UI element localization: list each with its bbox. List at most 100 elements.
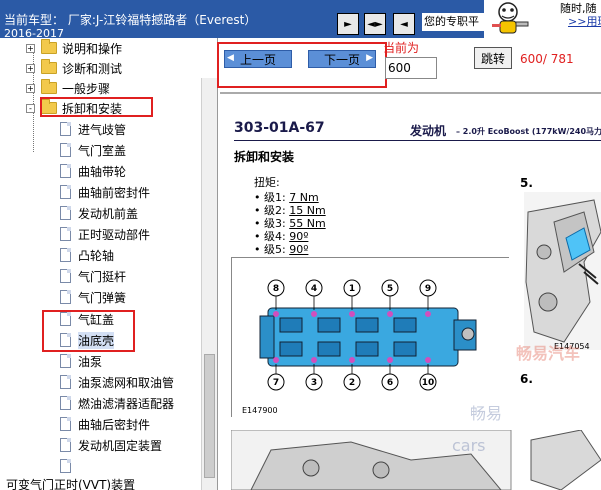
tree-page-item[interactable]: 油泵滤网和取油管 (60, 372, 174, 392)
ad-line-2[interactable]: >>用瑞 (568, 13, 601, 29)
play-left-button[interactable]: ◄ (393, 13, 415, 35)
tree-page-label: 曲轴带轮 (78, 164, 127, 179)
tree-page-item[interactable]: 燃油滤清器适配器 (60, 393, 174, 413)
tree-folder-label: 诊断和测试 (62, 61, 123, 76)
arrow-right-icon: ▶ (366, 53, 373, 63)
ad-banner[interactable]: 随时,随 >>用瑞 (534, 0, 601, 38)
document-icon (60, 248, 71, 262)
tree-page-item[interactable]: 发动机固定装置 (60, 435, 162, 455)
watermark-short: 畅易 (470, 404, 503, 423)
tree-page-label: 油泵 (78, 354, 103, 369)
tree-page-label: 正时驱动部件 (78, 227, 151, 242)
prev-page-button[interactable]: ◀ 上一页 (224, 50, 292, 68)
manual-engine-title: 发动机 (410, 124, 447, 138)
tree-page-item[interactable]: 进气歧管 (60, 119, 126, 139)
arrow-left-icon: ◀ (227, 53, 234, 63)
tree-page-item[interactable]: 曲轴前密封件 (60, 182, 150, 202)
step-5-number: 5. (520, 176, 533, 190)
tree-page-label: 发动机固定装置 (78, 438, 163, 453)
tree-scrollbar[interactable] (201, 78, 217, 490)
collapse-icon[interactable]: - (26, 103, 35, 113)
tree-page-item[interactable]: 曲轴后密封件 (60, 414, 150, 434)
folder-icon (41, 59, 57, 74)
pro-service-link[interactable]: 您的专职平 (422, 13, 484, 31)
torque-title: 扭矩: (254, 176, 280, 189)
document-icon (60, 290, 71, 304)
bolt-label-top: 9 (425, 284, 431, 294)
bolt-label-bottom: 2 (349, 378, 355, 388)
play-right-button[interactable]: ► (337, 13, 359, 35)
play-left-icon: ◄ (400, 18, 408, 30)
step5-engine-image (524, 192, 601, 350)
document-icon (60, 459, 71, 473)
tree-page-item[interactable]: 曲轴带轮 (60, 161, 126, 181)
mascot-image (484, 0, 534, 38)
tree-page-item[interactable]: 油泵 (60, 351, 102, 371)
watermark-brand: 畅易汽车 (516, 344, 581, 363)
tree-page-item[interactable]: 气门挺杆 (60, 266, 126, 286)
top-header: 当前车型： 厂家:J-江铃福特撼路者（Everest） 2016-2017 ► … (0, 0, 601, 40)
current-model-title: 当前车型： 厂家:J-江铃福特撼路者（Everest） (4, 13, 257, 27)
bolt-label-bottom: 10 (422, 378, 435, 388)
tree-page-item[interactable]: 气门弹簧 (60, 287, 126, 307)
expand-icon[interactable]: + (26, 43, 35, 53)
tree-folder-description[interactable]: + 说明和操作 (26, 38, 122, 58)
tree-page-item[interactable]: 凸轮轴 (60, 245, 114, 265)
document-icon (60, 354, 71, 368)
page-count: 600/ 781 (520, 52, 574, 66)
tree-folder-diagnosis[interactable]: + 诊断和测试 (26, 58, 122, 78)
tree-page-label: 油泵滤网和取油管 (78, 375, 175, 390)
page-number-input[interactable]: 600 (385, 57, 437, 79)
ad-link[interactable]: 用瑞 (586, 15, 601, 28)
tree-page-item[interactable]: 气门室盖 (60, 140, 126, 160)
watermark-site: cars (452, 436, 486, 455)
manual-title-rule (234, 140, 601, 141)
tree-page-item[interactable] (60, 456, 78, 476)
document-icon (60, 227, 71, 241)
document-icon (60, 396, 71, 410)
bolt-label-bottom: 3 (311, 378, 317, 388)
jump-button[interactable]: 跳转 (474, 47, 512, 69)
bolt-label-top: 5 (387, 284, 393, 294)
next-page-label: 下一页 (323, 52, 360, 67)
app-window: 当前车型： 厂家:J-江铃福特撼路者（Everest） 2016-2017 ► … (0, 0, 601, 490)
expand-icon[interactable]: + (26, 63, 35, 73)
tree-page-label: 发动机前盖 (78, 206, 139, 221)
tree-page-item[interactable]: 正时驱动部件 (60, 224, 150, 244)
tree-page-label: 气门弹簧 (78, 290, 127, 305)
tree-page-label: 气门挺杆 (78, 269, 127, 284)
split-view-icon: ◄► (367, 18, 383, 30)
torque-item: • 级5: 90º (254, 243, 309, 256)
figure-label: E147900 (242, 406, 278, 415)
expand-icon[interactable]: + (26, 83, 35, 93)
manual-section-code: 303-01A-67 (234, 120, 325, 136)
next-step-image (230, 429, 601, 490)
torque-value: 90º (289, 243, 309, 256)
bolt-label-top: 8 (273, 284, 279, 294)
manual-page: 303-01A-67 发动机 – 2.0升 EcoBoost (177kW/24… (220, 94, 601, 490)
cylinder-head-figure: 8 4 1 5 9 7 3 2 6 10 (231, 257, 510, 418)
document-icon (60, 375, 71, 389)
next-page-button[interactable]: 下一页 ▶ (308, 50, 376, 68)
current-page-label: 当前为 (383, 41, 420, 55)
folder-icon (41, 79, 57, 94)
split-view-button[interactable]: ◄► (364, 13, 386, 35)
tree-page-label: 气门室盖 (78, 143, 127, 158)
step-6-number: 6. (520, 372, 533, 386)
document-icon (60, 143, 71, 157)
manual-section-title: 拆卸和安装 (234, 150, 295, 164)
document-icon (60, 122, 71, 136)
highlight-box-oil-pan (42, 310, 135, 352)
bolt-label-bottom: 7 (273, 378, 279, 388)
tree-page-item[interactable]: 发动机前盖 (60, 203, 138, 223)
folder-icon (41, 39, 57, 54)
bolt-label-top: 4 (311, 284, 317, 294)
document-icon (60, 438, 71, 452)
torque-stage: 级5: (264, 243, 286, 256)
document-icon (60, 269, 71, 283)
tree-bottom-item[interactable]: 可变气门正时(VVT)装置 (0, 476, 218, 490)
scroll-thumb[interactable] (204, 354, 215, 478)
bolt-label-bottom: 6 (387, 378, 393, 388)
play-right-icon: ► (344, 18, 352, 30)
tree-folder-general-steps[interactable]: + 一般步骤 (26, 78, 110, 98)
